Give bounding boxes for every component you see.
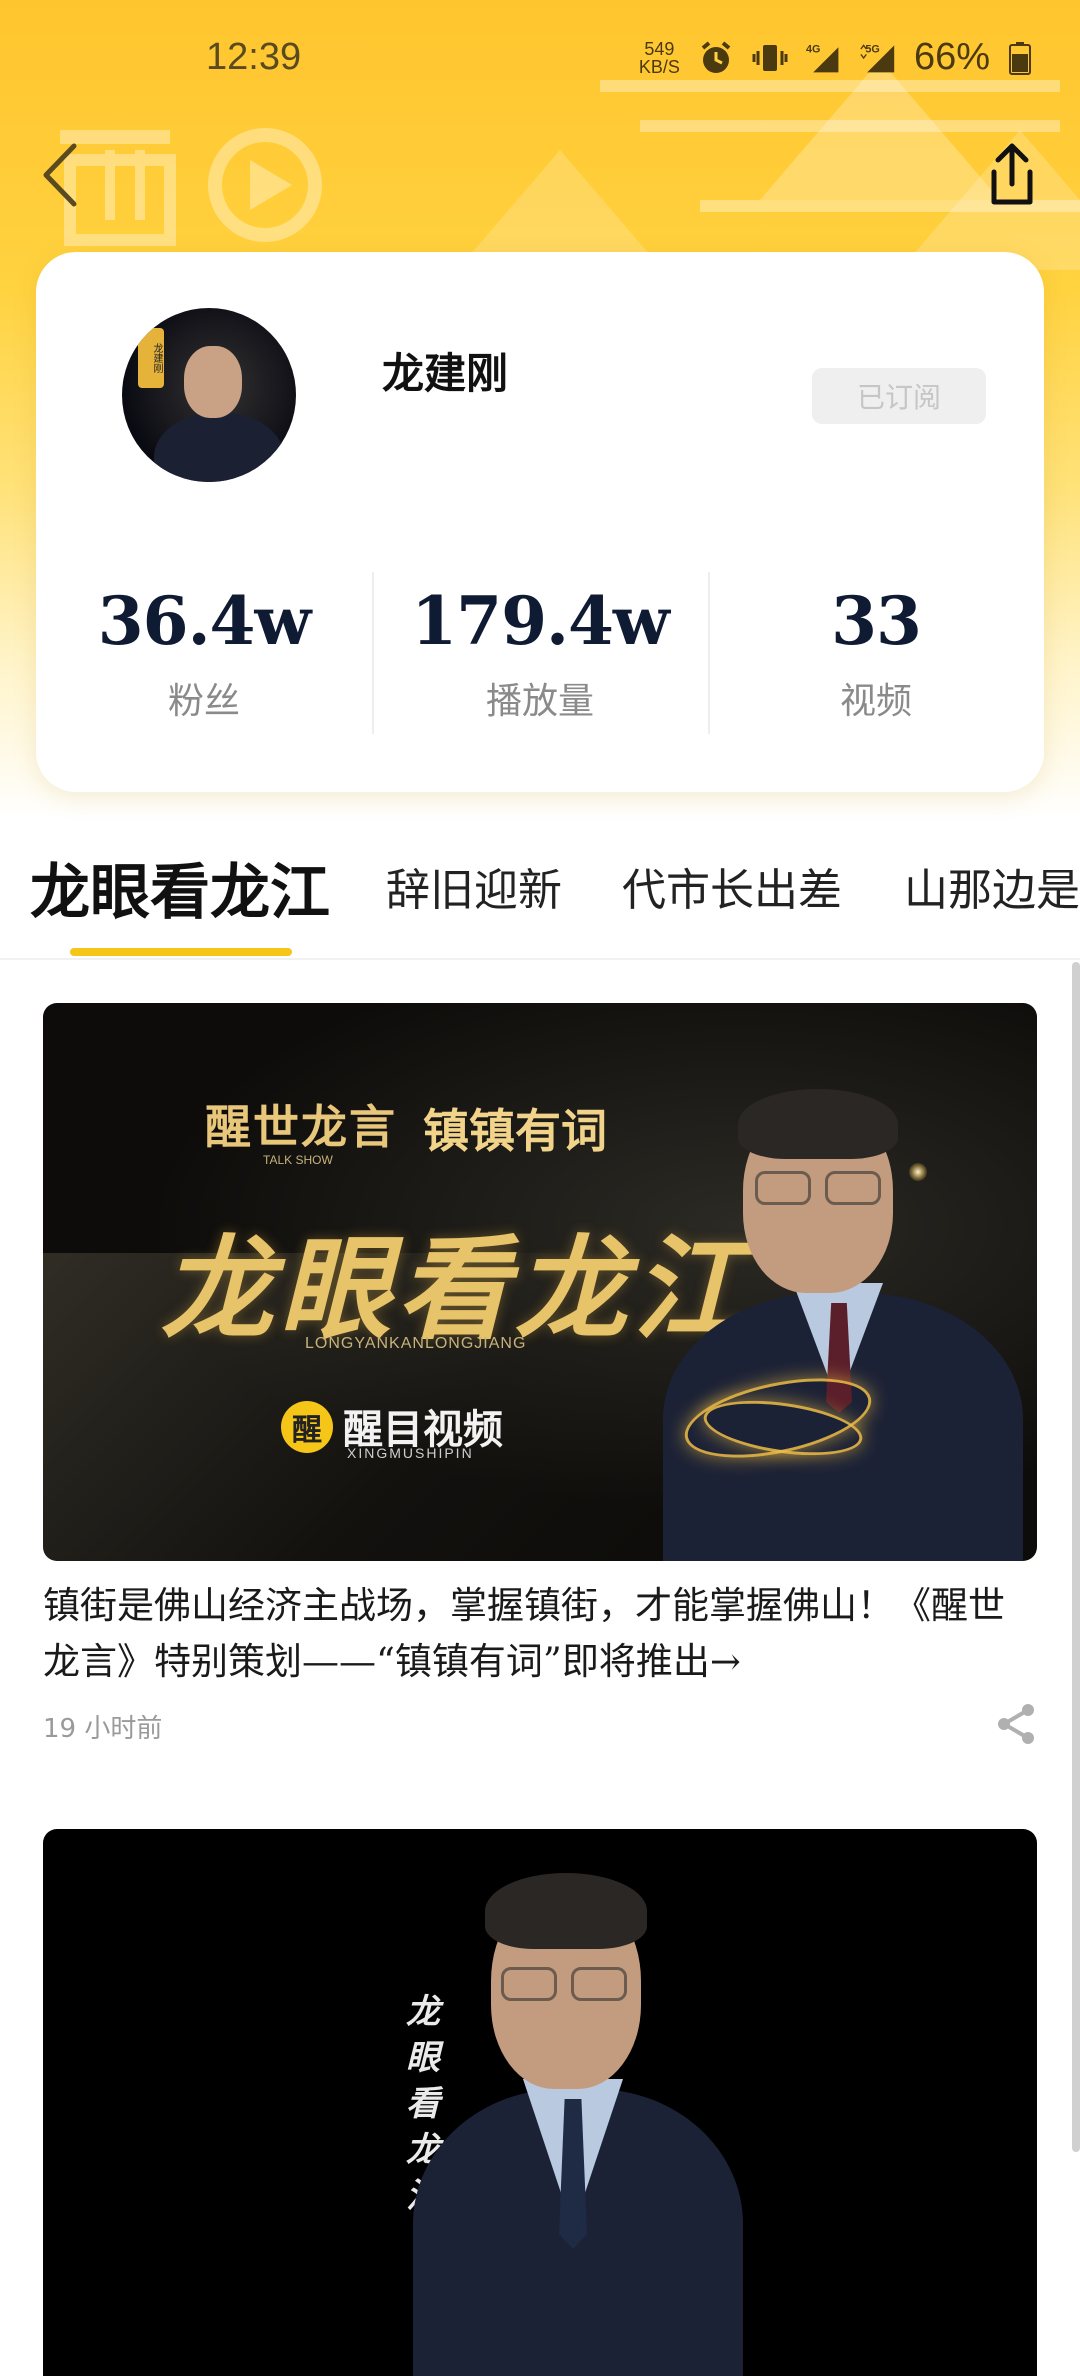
chevron-left-icon [43,143,77,207]
stat-label: 播放量 [485,681,594,722]
stat-value: 179.4w [411,582,669,660]
tab-cijiu[interactable]: 辞旧迎新 [386,854,562,918]
battery-percent: 66% [913,36,990,78]
stat-videos[interactable]: 33 视频 [708,562,1044,734]
thumbnail-show-subtitle: TALK SHOW [263,1153,333,1167]
video-thumbnail[interactable]: 醒世龙言 镇镇有词 TALK SHOW 龙眼看龙江 LONGYANKANLONG… [43,1003,1037,1561]
app-logo-watermark [60,128,322,246]
status-time: 12:39 [206,36,302,78]
brand-pinyin: XINGMUSHIPIN [347,1445,474,1461]
share-upload-icon [991,143,1033,205]
stat-plays[interactable]: 179.4w 播放量 [372,562,708,734]
avatar-figure-face [184,346,242,418]
tab-shannabian[interactable]: 山那边是 [904,854,1080,918]
tab-longyan[interactable]: 龙眼看龙江 [30,844,330,931]
profile-stats: 36.4w 粉丝 179.4w 播放量 33 视频 [36,562,1044,734]
signal-5g-label: 5G [865,43,879,55]
playlist-tabs: 龙眼看龙江 辞旧迎新 代市长出差 山那边是 [0,840,1080,960]
video-caption[interactable]: 镇街是佛山经济主战场，掌握镇街，才能掌握佛山！《醒世龙言》特别策划——“镇镇有词… [43,1578,1033,1690]
tab-active-indicator [70,948,292,956]
signal-4g-icon: 4G [806,43,839,72]
network-speed-value: 549 [644,38,675,59]
subscribed-button[interactable]: 已订阅 [812,368,986,424]
battery-icon [1009,41,1031,75]
thumbnail-show-title: 醒世龙言 [205,1100,397,1154]
stat-label: 粉丝 [167,681,240,722]
share-button[interactable] [980,140,1044,210]
video-share-button[interactable] [992,1700,1040,1748]
avatar-figure-suit [154,412,284,482]
divider [0,958,1080,960]
profile-card: 龙建刚 龙建刚 已订阅 36.4w 粉丝 179.4w 播放量 33 视频 [36,252,1044,792]
tab-daishizhang[interactable]: 代市长出差 [622,854,842,918]
decor-sparkle [909,1163,927,1181]
avatar[interactable]: 龙建刚 [122,308,296,482]
share-icon [998,1704,1034,1744]
network-speed-unit: KB/S [638,56,680,77]
vibrate-icon [752,44,788,71]
host-figure [643,1053,1033,1561]
stat-fans[interactable]: 36.4w 粉丝 [36,562,372,732]
host-figure [373,1849,773,2376]
video-post-time: 19 小时前 [43,1714,163,1744]
profile-name: 龙建刚 [382,349,509,398]
thumbnail-series-title: 镇镇有词 [423,1104,607,1158]
signal-5g-icon: 5G [860,43,895,72]
brand-logo-mark: 醒 [281,1401,333,1453]
stat-value: 36.4w [97,582,312,660]
signal-4g-label: 4G [806,43,820,55]
network-speed: 549 KB/S [639,40,680,76]
stat-value: 33 [831,582,922,660]
video-thumbnail[interactable]: 龙眼看龙江 [43,1829,1037,2376]
status-bar: 12:39 549 KB/S 4G 5G 66% [0,0,1080,120]
alarm-icon [701,40,731,73]
feed-scrollbar[interactable] [1072,962,1080,2152]
decor-stripe [640,120,1060,132]
avatar-name-tag: 龙建刚 [138,328,164,388]
status-icons: 549 KB/S 4G 5G 66% [639,36,1032,79]
back-button[interactable] [38,140,94,210]
thumbnail-pinyin: LONGYANKANLONGJIANG [305,1335,527,1352]
stat-label: 视频 [839,681,912,722]
